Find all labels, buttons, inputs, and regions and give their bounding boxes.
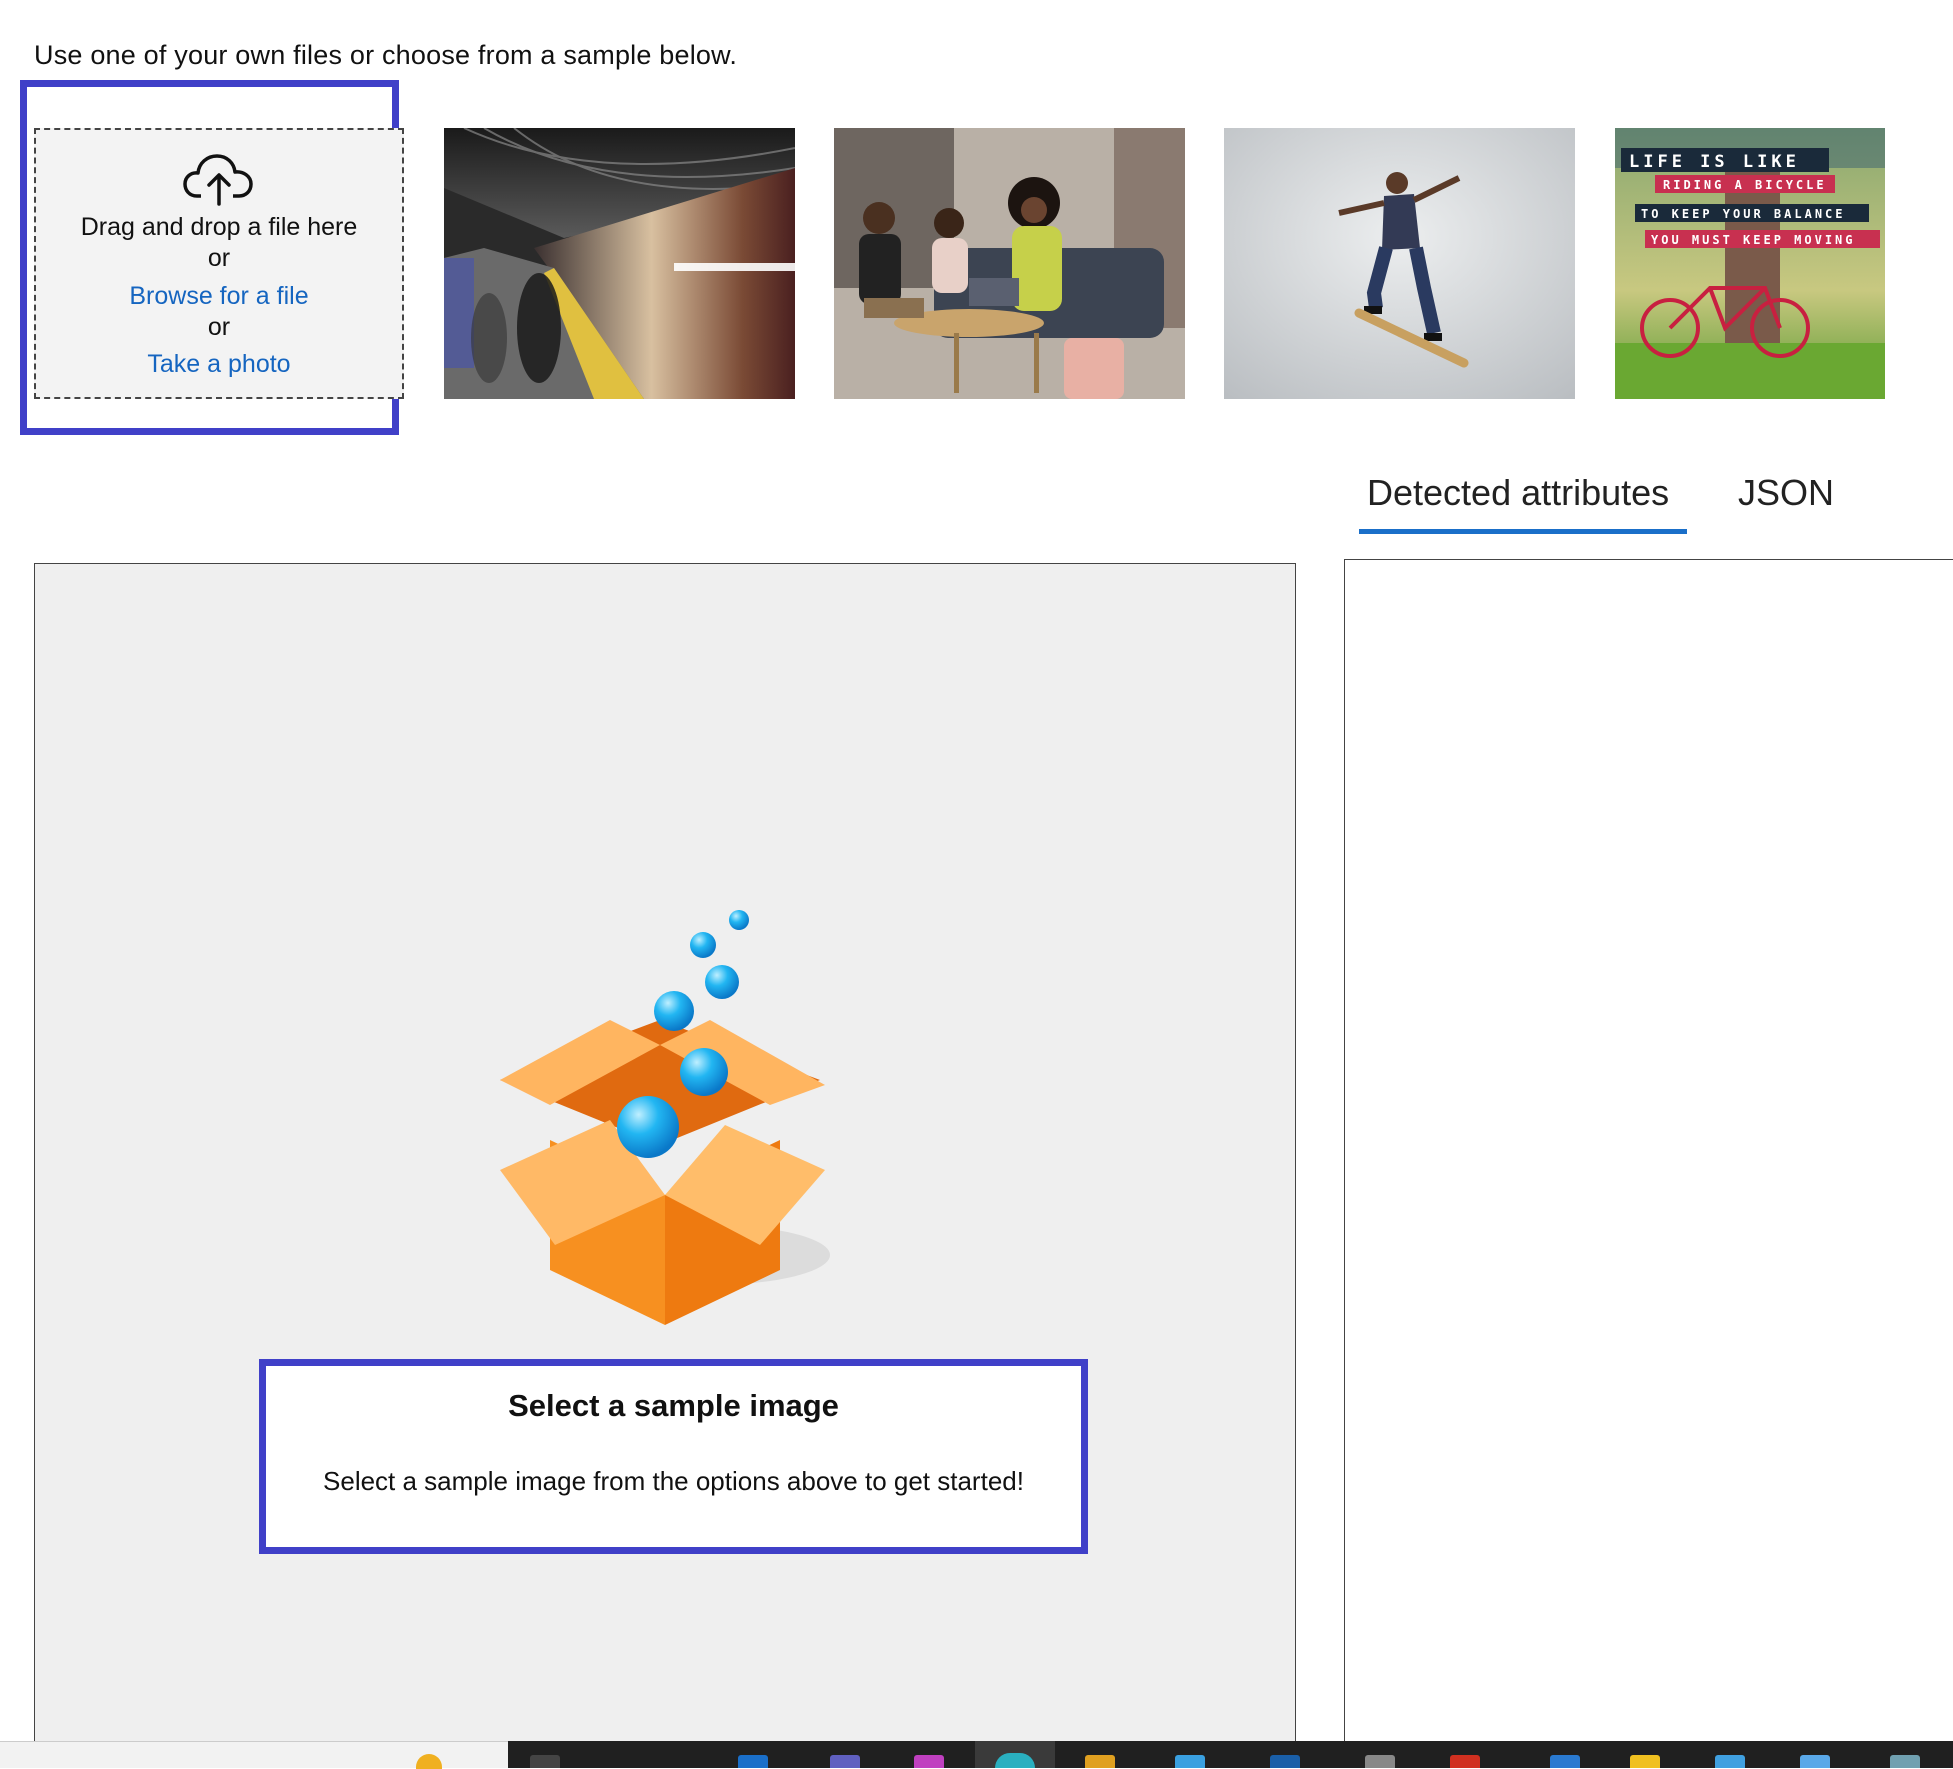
quote-line-2: RIDING A BICYCLE (1663, 178, 1827, 192)
edge-icon (995, 1753, 1035, 1768)
start-icon[interactable] (530, 1755, 560, 1768)
tab-detected-attributes[interactable]: Detected attributes (1367, 472, 1669, 514)
empty-state-body: Select a sample image from the options a… (323, 1466, 1024, 1496)
folder-icon[interactable] (1085, 1755, 1115, 1768)
app-icon-6[interactable] (1365, 1755, 1395, 1768)
app-icon-12[interactable] (1890, 1755, 1920, 1768)
tab-json[interactable]: JSON (1738, 472, 1834, 514)
or-text: or (207, 244, 231, 273)
app-icon-4[interactable] (1175, 1755, 1205, 1768)
app-icon-1[interactable] (738, 1755, 768, 1768)
active-app-slot[interactable] (975, 1741, 1055, 1768)
app-icon-8[interactable] (1550, 1755, 1580, 1768)
active-tab-indicator (1359, 529, 1687, 534)
quote-line-1: LIFE IS LIKE (1629, 152, 1800, 172)
subway-train-sample[interactable] (444, 128, 795, 399)
cloud-upload-icon (36, 152, 402, 206)
taskbar (0, 1741, 1953, 1769)
instruction-text: Use one of your own files or choose from… (34, 40, 738, 70)
take-photo-link[interactable]: Take a photo (36, 349, 402, 380)
app-icon-2[interactable] (830, 1755, 860, 1768)
browse-file-link[interactable]: Browse for a file (36, 281, 402, 312)
skateboarder-sample[interactable] (1224, 128, 1575, 399)
search-highlight-icon (416, 1754, 442, 1769)
bicycle-quote-sample[interactable]: LIFE IS LIKE RIDING A BICYCLE TO KEEP YO… (1615, 128, 1885, 399)
or-text: or (207, 312, 231, 341)
empty-state-title: Select a sample image (508, 1388, 839, 1423)
empty-state-card: Select a sample image Select a sample im… (259, 1359, 1088, 1554)
quote-line-4: YOU MUST KEEP MOVING (1651, 233, 1856, 247)
app-icon-11[interactable] (1800, 1755, 1830, 1768)
app-icon-5[interactable] (1270, 1755, 1300, 1768)
drag-drop-text: Drag and drop a file here (80, 213, 358, 241)
results-panel (1344, 559, 1953, 1768)
quote-line-3: TO KEEP YOUR BALANCE (1641, 207, 1846, 221)
app-icon-10[interactable] (1715, 1755, 1745, 1768)
app-icon-3[interactable] (914, 1755, 944, 1768)
app-icon-7[interactable] (1450, 1755, 1480, 1768)
upload-dropzone[interactable]: Drag and drop a file here or Browse for … (34, 128, 404, 399)
office-meeting-sample[interactable] (834, 128, 1185, 399)
app-icon-9[interactable] (1630, 1755, 1660, 1768)
taskbar-search-box[interactable] (0, 1741, 508, 1769)
open-box-icon (460, 895, 880, 1345)
